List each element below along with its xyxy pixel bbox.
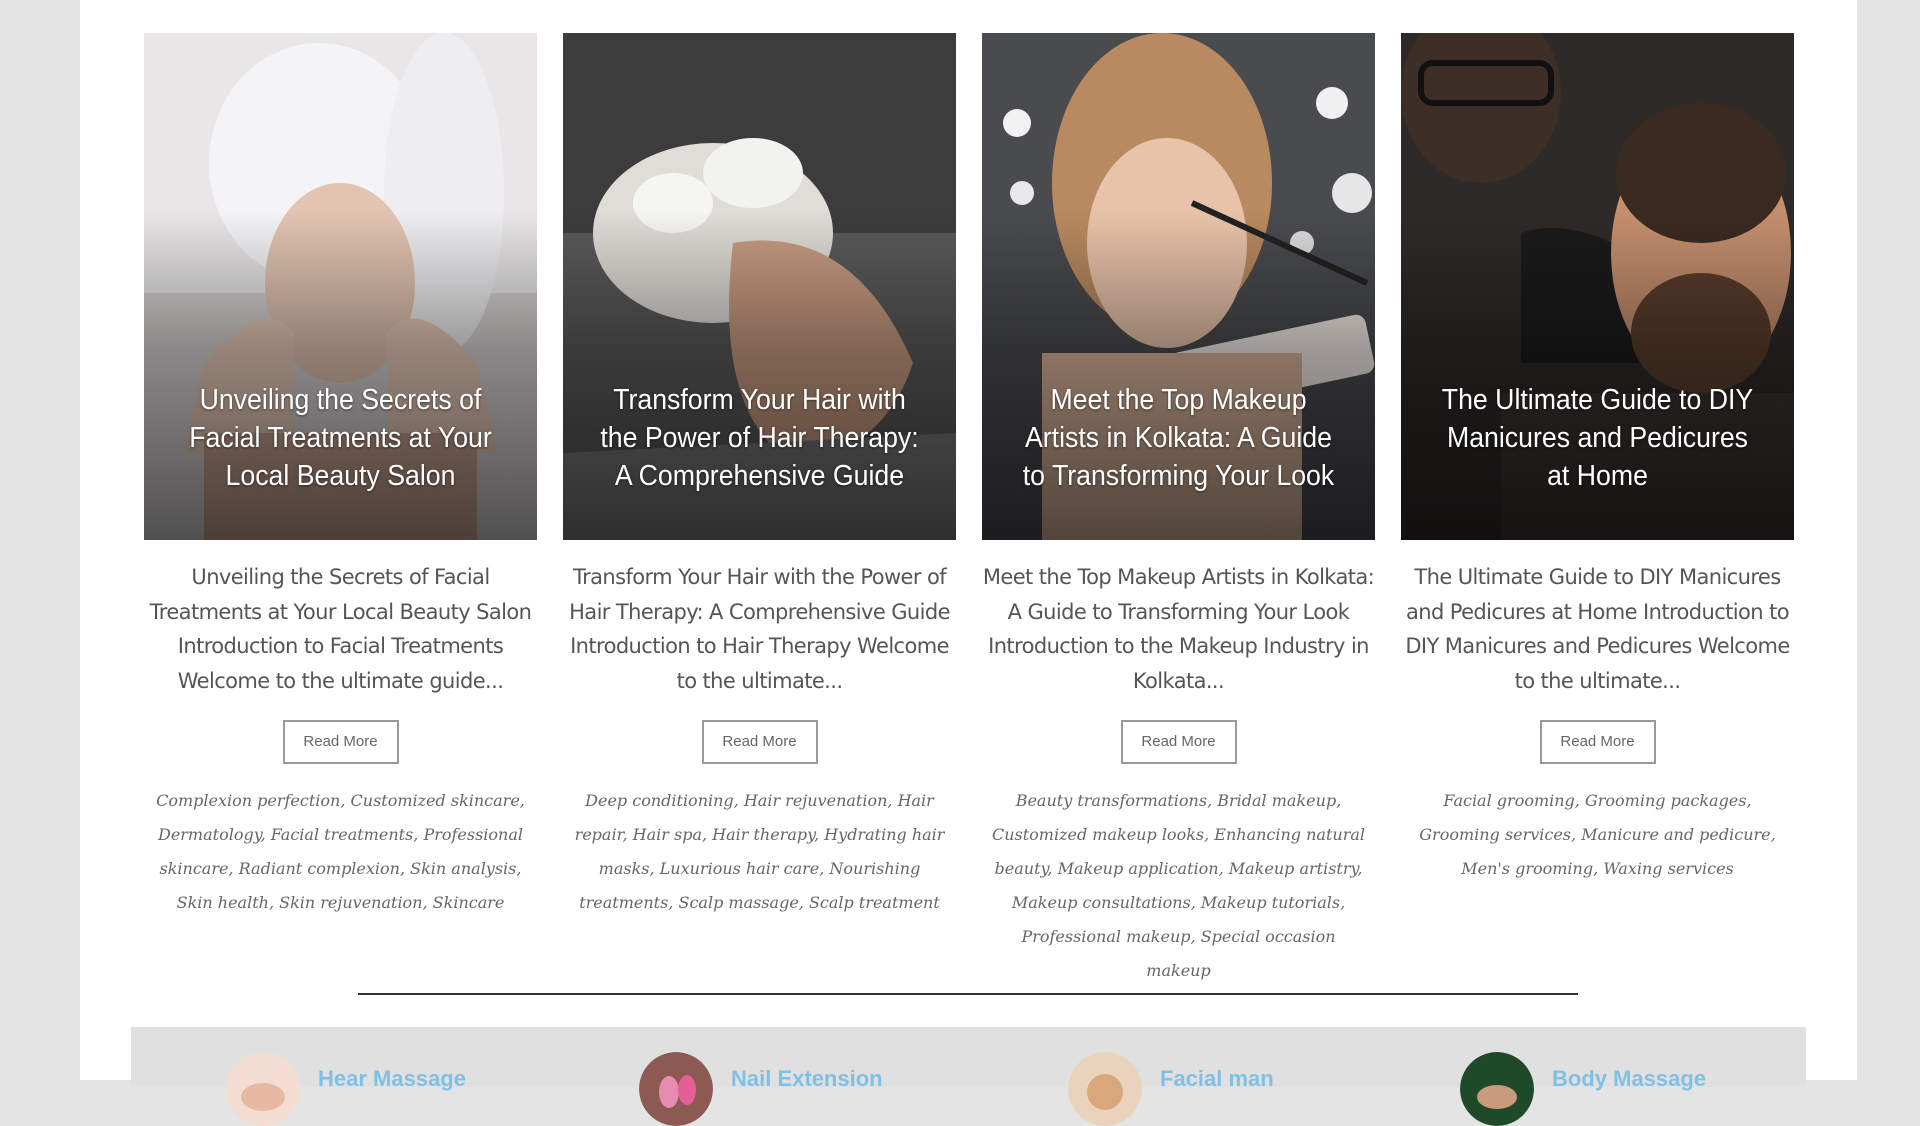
service-item[interactable]: Facial man (1068, 1052, 1274, 1126)
tag-link[interactable]: Hair therapy (712, 825, 814, 844)
tag-link[interactable]: Customized skincare (351, 791, 520, 810)
tag-link[interactable]: Makeup consultations (1012, 893, 1191, 912)
post-thumbnail[interactable]: Unveiling the Secrets of Facial Treatmen… (144, 33, 537, 540)
massage-icon (226, 1052, 300, 1126)
post-thumbnail[interactable]: The Ultimate Guide to DIY Manicures and … (1401, 33, 1794, 540)
service-item[interactable]: Hear Massage (226, 1052, 466, 1126)
blog-card: Unveiling the Secrets of Facial Treatmen… (144, 33, 537, 988)
facial-icon (1068, 1052, 1142, 1126)
tag-link[interactable]: Professional makeup (1021, 927, 1190, 946)
tag-link[interactable]: Customized makeup looks (992, 825, 1204, 844)
post-tags: Complexion perfection, Customized skinca… (156, 791, 525, 912)
post-thumbnail[interactable]: Transform Your Hair with the Power of Ha… (563, 33, 956, 540)
post-tags: Deep conditioning, Hair rejuvenation, Ha… (574, 791, 945, 912)
tag-link[interactable]: Men's grooming (1461, 859, 1593, 878)
post-tags: Beauty transformations, Bridal makeup, C… (991, 791, 1366, 980)
post-tags: Facial grooming, Grooming packages, Groo… (1419, 791, 1776, 878)
service-link[interactable]: Hear Massage (318, 1066, 466, 1092)
tag-link[interactable]: Hair rejuvenation (744, 791, 888, 810)
tag-link[interactable]: Hair spa (633, 825, 702, 844)
tag-link[interactable]: Complexion perfection (156, 791, 340, 810)
read-more-button[interactable]: Read More (1120, 720, 1237, 764)
nail-icon (639, 1052, 713, 1126)
tag-link[interactable]: Scalp treatment (809, 893, 940, 912)
services-strip: Hear Massage Nail Extension Facial man B… (131, 1027, 1806, 1126)
post-excerpt: Meet the Top Makeup Artists in Kolkata: … (982, 565, 1375, 693)
service-link[interactable]: Facial man (1160, 1066, 1274, 1092)
post-excerpt: Unveiling the Secrets of Facial Treatmen… (149, 565, 532, 693)
blog-card: Meet the Top Makeup Artists in Kolkata: … (982, 33, 1375, 988)
tag-link[interactable]: Radiant complexion (239, 859, 400, 878)
service-link[interactable]: Body Massage (1552, 1066, 1706, 1092)
tag-link[interactable]: Makeup application (1058, 859, 1219, 878)
tag-link[interactable]: Facial treatments (271, 825, 413, 844)
blog-card: Transform Your Hair with the Power of Ha… (563, 33, 956, 988)
tag-link[interactable]: Skincare (433, 893, 505, 912)
service-item[interactable]: Body Massage (1460, 1052, 1706, 1126)
blog-card: The Ultimate Guide to DIY Manicures and … (1401, 33, 1794, 988)
tag-link[interactable]: Dermatology (158, 825, 261, 844)
post-title[interactable]: The Ultimate Guide to DIY Manicures and … (1433, 381, 1761, 495)
tag-link[interactable]: Makeup tutorials (1201, 893, 1340, 912)
read-more-button[interactable]: Read More (701, 720, 818, 764)
tag-link[interactable]: Bridal makeup (1217, 791, 1336, 810)
post-title[interactable]: Transform Your Hair with the Power of Ha… (595, 381, 923, 495)
read-more-button[interactable]: Read More (282, 720, 399, 764)
section-divider (358, 993, 1578, 995)
tag-link[interactable]: Grooming packages (1585, 791, 1747, 810)
post-excerpt: The Ultimate Guide to DIY Manicures and … (1405, 565, 1790, 693)
tag-link[interactable]: Grooming services (1419, 825, 1571, 844)
tag-link[interactable]: Deep conditioning (585, 791, 734, 810)
tag-link[interactable]: Beauty transformations (1016, 791, 1207, 810)
tag-link[interactable]: Skin analysis (410, 859, 516, 878)
tag-link[interactable]: Manicure and pedicure (1581, 825, 1770, 844)
post-excerpt: Transform Your Hair with the Power of Ha… (569, 565, 950, 693)
page-content: Unveiling the Secrets of Facial Treatmen… (80, 0, 1857, 1126)
service-link[interactable]: Nail Extension (731, 1066, 883, 1092)
post-thumbnail[interactable]: Meet the Top Makeup Artists in Kolkata: … (982, 33, 1375, 540)
tag-link[interactable]: Skin health (177, 893, 269, 912)
tag-link[interactable]: Scalp massage (679, 893, 799, 912)
tag-link[interactable]: Facial grooming (1443, 791, 1574, 810)
blog-post-grid: Unveiling the Secrets of Facial Treatmen… (144, 33, 1794, 988)
tag-link[interactable]: Waxing services (1603, 859, 1734, 878)
post-title[interactable]: Meet the Top Makeup Artists in Kolkata: … (1014, 381, 1342, 495)
tag-link[interactable]: Luxurious hair care (660, 859, 820, 878)
tag-link[interactable]: Makeup artistry (1229, 859, 1358, 878)
body-massage-icon (1460, 1052, 1534, 1126)
read-more-button[interactable]: Read More (1539, 720, 1656, 764)
post-title[interactable]: Unveiling the Secrets of Facial Treatmen… (176, 381, 504, 495)
tag-link[interactable]: Skin rejuvenation (279, 893, 422, 912)
service-item[interactable]: Nail Extension (639, 1052, 883, 1126)
